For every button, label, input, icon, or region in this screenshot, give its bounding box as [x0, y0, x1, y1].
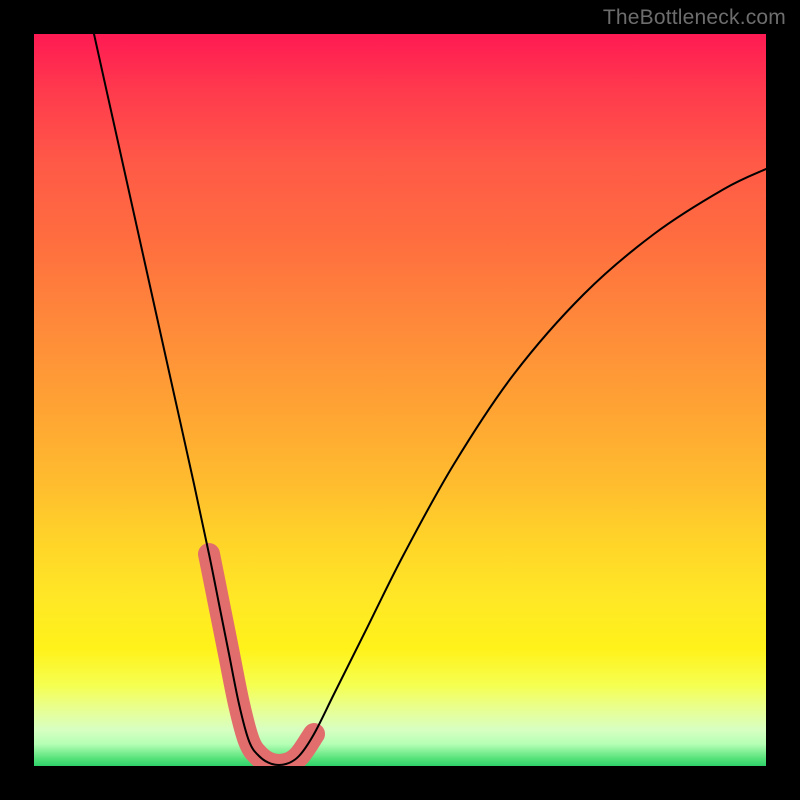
bottleneck-curve-path	[94, 34, 766, 765]
chart-plot-area	[34, 34, 766, 766]
chart-frame: TheBottleneck.com	[0, 0, 800, 800]
chart-svg	[34, 34, 766, 766]
watermark-text: TheBottleneck.com	[603, 6, 786, 30]
highlight-band-path	[209, 554, 314, 765]
